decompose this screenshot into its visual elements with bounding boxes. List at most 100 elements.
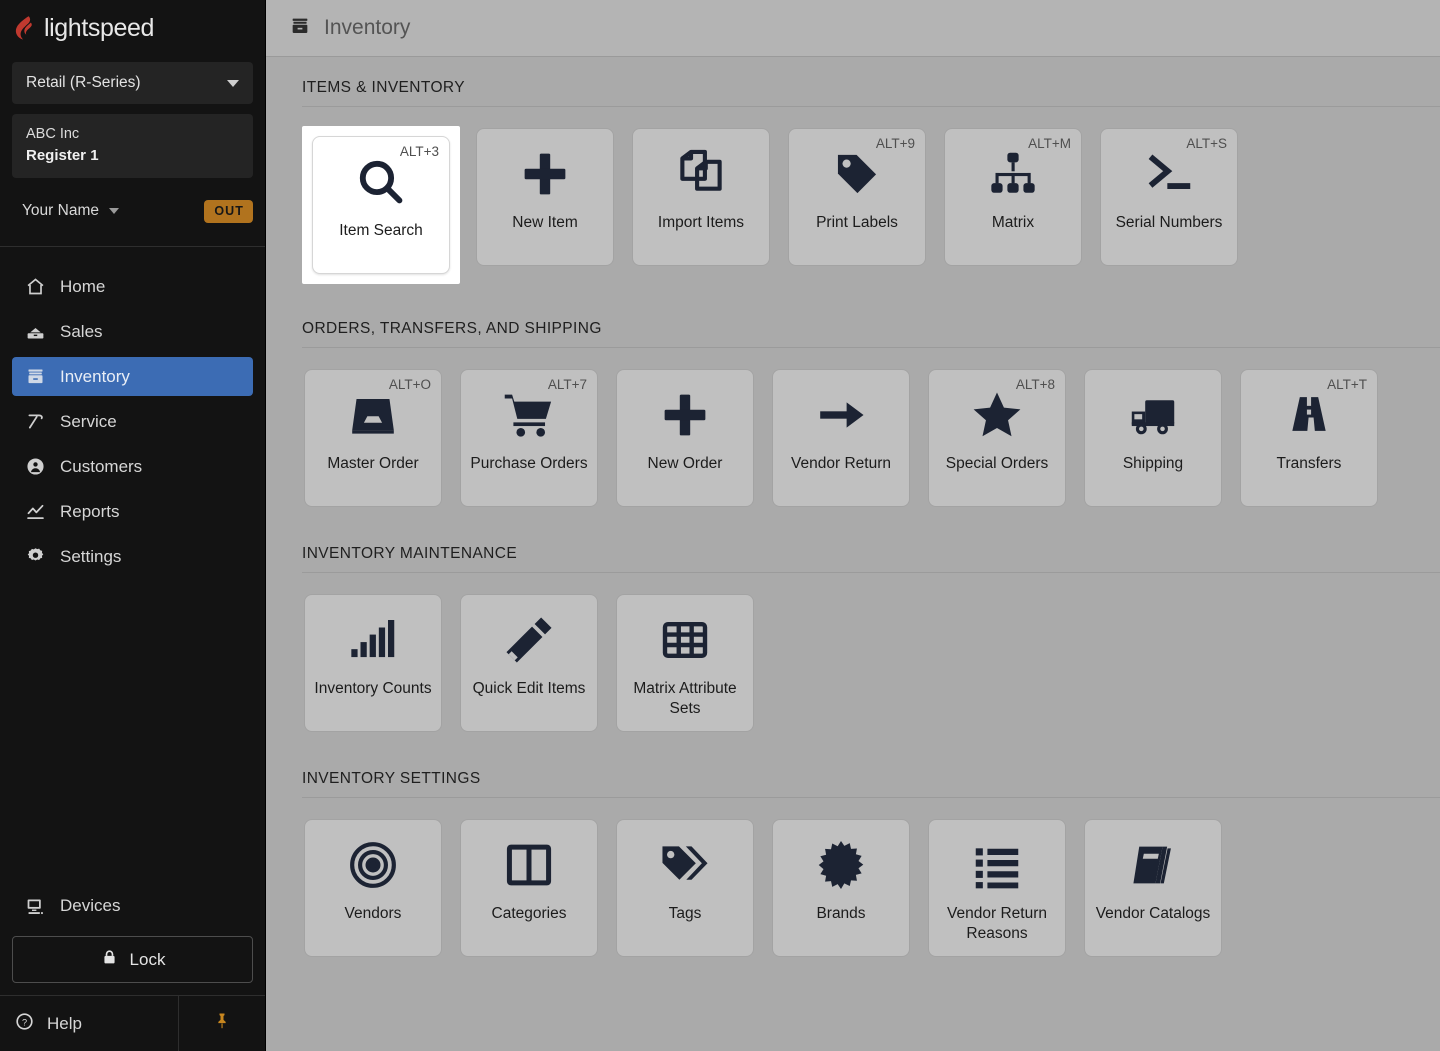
product-selector[interactable]: Retail (R-Series) [12,62,253,104]
section-title: ITEMS & INVENTORY [302,79,465,96]
tile-label: New Item [512,214,578,231]
user-menu[interactable]: Your Name [12,202,119,220]
sidebar-item-devices[interactable]: Devices [12,886,253,926]
tile-special-orders[interactable]: ALT+8 Special Orders [926,367,1068,509]
inventory-box-icon [24,366,46,388]
pin-sidebar-button[interactable] [179,996,265,1051]
tile-grid: ALT+3 Item Search New Item Import Items … [266,107,1440,284]
tile-label: Serial Numbers [1115,214,1223,231]
tile-label: Shipping [1122,455,1184,472]
register-name: Register 1 [26,147,99,165]
tile-shipping[interactable]: Shipping [1082,367,1224,509]
tile-tags[interactable]: Tags [614,817,756,959]
sidebar-nav: Home Sales Inventory Service Customers R… [0,247,265,582]
tile-vendor-return-reasons[interactable]: Vendor Return Reasons [926,817,1068,959]
sidebar-item-service[interactable]: Service [12,402,253,441]
tile-master-order[interactable]: ALT+O Master Order [302,367,444,509]
tile-label: Master Order [327,455,419,472]
section-inventory-settings: INVENTORY SETTINGS Vendors Categories Ta… [266,770,1440,959]
two-column-icon [461,820,597,904]
page-header: Inventory [266,0,1440,57]
tile-matrix-attribute-sets[interactable]: Matrix Attribute Sets [614,592,756,734]
copy-documents-icon [633,129,769,213]
sidebar-item-inventory[interactable]: Inventory [12,357,253,397]
tile-shortcut: ALT+M [1028,136,1071,151]
tile-item-search[interactable]: ALT+3 Item Search [302,126,460,284]
tile-matrix[interactable]: ALT+M Matrix [942,126,1084,268]
tile-new-item[interactable]: New Item [474,126,616,268]
sidebar-item-customers[interactable]: Customers [12,447,253,486]
hammer-icon [24,411,46,433]
tile-vendors[interactable]: Vendors [302,817,444,959]
svg-text:?: ? [22,1017,27,1027]
book-icon [1085,820,1221,904]
tile-label: Purchase Orders [470,455,588,472]
plus-icon [477,129,613,213]
sidebar-item-label: Service [60,411,117,431]
tile-shortcut: ALT+S [1186,136,1227,151]
page-title: Inventory [324,16,411,39]
tile-quick-edit-items[interactable]: Quick Edit Items [458,592,600,734]
sidebar-item-reports[interactable]: Reports [12,492,253,531]
chart-line-icon [24,501,46,523]
target-rings-icon [305,820,441,904]
tile-label: Vendor Catalogs [1095,905,1211,922]
sidebar-item-home[interactable]: Home [12,267,253,306]
sidebar-item-label: Customers [60,456,143,476]
section-inventory-maintenance: INVENTORY MAINTENANCE Inventory Counts Q… [266,545,1440,734]
sidebar-item-settings[interactable]: Settings [12,537,253,576]
sidebar-item-label: Sales [60,321,103,341]
tile-vendor-return[interactable]: Vendor Return [770,367,912,509]
plus-icon [617,370,753,454]
section-title: INVENTORY MAINTENANCE [302,545,518,562]
tags-icon [617,820,753,904]
section-items-and-inventory: ITEMS & INVENTORY ALT+3 Item Search New … [266,79,1440,284]
person-circle-icon [24,456,46,478]
sidebar-item-sales[interactable]: Sales [12,312,253,351]
tile-new-order[interactable]: New Order [614,367,756,509]
tile-label: Brands [816,905,866,922]
tile-purchase-orders[interactable]: ALT+7 Purchase Orders [458,367,600,509]
tile-vendor-catalogs[interactable]: Vendor Catalogs [1082,817,1224,959]
tile-brands[interactable]: Brands [770,817,912,959]
tile-categories[interactable]: Categories [458,817,600,959]
bullet-list-icon [929,820,1065,904]
store-register-box[interactable]: ABC Inc Register 1 [12,114,253,179]
lightspeed-flame-icon [14,15,38,41]
grid-table-icon [617,595,753,679]
tile-label: Matrix Attribute Sets [633,680,737,717]
bar-chart-icon [305,595,441,679]
delivery-truck-icon [1085,370,1221,454]
tile-shortcut: ALT+3 [399,144,439,159]
help-label: Help [47,1013,82,1033]
tile-label: Vendors [344,905,402,922]
tile-import-items[interactable]: Import Items [630,126,772,268]
tile-shortcut: ALT+O [388,377,431,392]
clock-out-badge[interactable]: OUT [204,199,253,223]
inventory-sections: ITEMS & INVENTORY ALT+3 Item Search New … [266,57,1440,1051]
tile-label: Quick Edit Items [472,680,586,697]
lock-button[interactable]: Lock [12,936,253,983]
tile-grid: ALT+O Master Order ALT+7 Purchase Orders… [266,348,1440,509]
tile-label: Import Items [657,214,745,231]
brand-logo[interactable]: lightspeed [0,0,265,56]
tile-grid: Vendors Categories Tags Brands Vendor Re… [266,798,1440,959]
lock-button-label: Lock [129,949,166,969]
pencil-icon [461,595,597,679]
tile-label: Item Search [339,222,423,239]
tile-shortcut: ALT+T [1327,377,1367,392]
tile-grid: Inventory Counts Quick Edit Items Matrix… [266,573,1440,734]
user-name-label: Your Name [22,202,99,220]
tile-label: Inventory Counts [314,680,432,697]
sidebar-item-label: Home [60,276,106,296]
tile-inventory-counts[interactable]: Inventory Counts [302,592,444,734]
tile-print-labels[interactable]: ALT+9 Print Labels [786,126,928,268]
tile-serial-numbers[interactable]: ALT+S Serial Numbers [1098,126,1240,268]
gear-icon [24,546,46,568]
sidebar-item-label: Settings [60,546,122,566]
brand-name: lightspeed [44,13,154,42]
tile-transfers[interactable]: ALT+T Transfers [1238,367,1380,509]
tile-label: Transfers [1276,455,1342,472]
help-button[interactable]: ? Help [0,996,179,1051]
